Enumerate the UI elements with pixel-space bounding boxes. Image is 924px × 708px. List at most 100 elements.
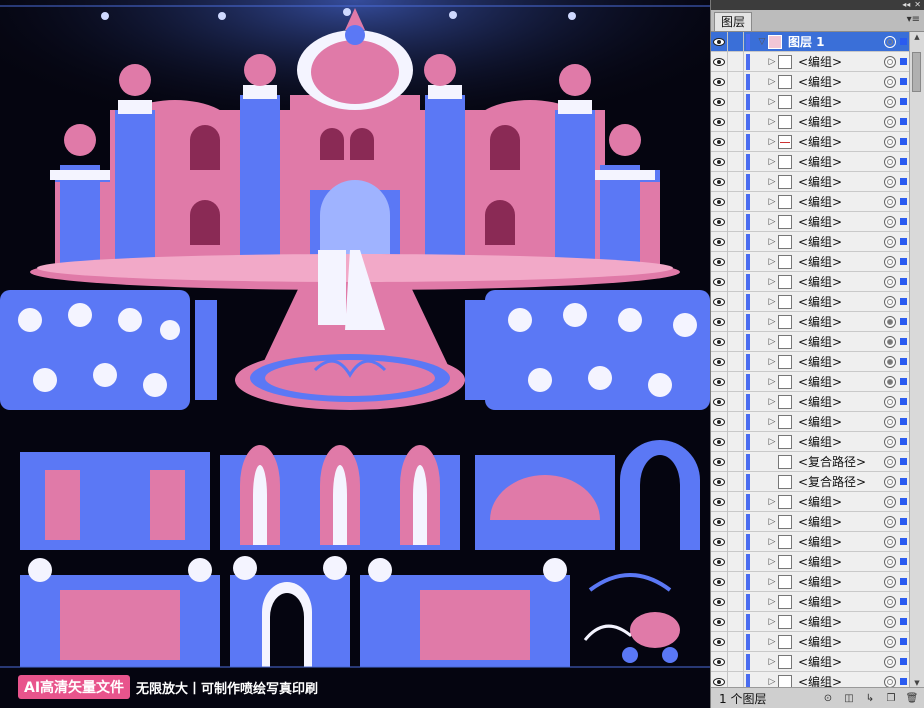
lock-toggle[interactable]	[728, 111, 744, 132]
expand-triangle-icon[interactable]: ▷	[766, 417, 778, 427]
visibility-eye-icon[interactable]	[711, 411, 728, 432]
visibility-eye-icon[interactable]	[711, 491, 728, 512]
layer-name[interactable]: <编组>	[798, 253, 884, 270]
artboard-canvas[interactable]: AI高清矢量文件 无限放大丨可制作喷绘写真印刷	[0, 0, 710, 708]
expand-triangle-icon[interactable]: ▷	[766, 657, 778, 667]
expand-triangle-icon[interactable]: ▷	[766, 537, 778, 547]
selection-square-icon[interactable]	[900, 478, 907, 485]
layer-name[interactable]: <编组>	[798, 53, 884, 70]
lock-toggle[interactable]	[728, 671, 744, 688]
expand-triangle-icon[interactable]: ▷	[766, 497, 778, 507]
layer-name[interactable]: <编组>	[798, 613, 884, 630]
expand-triangle-icon[interactable]: ▷	[766, 677, 778, 687]
expand-triangle-icon[interactable]: ▽	[756, 37, 768, 47]
visibility-eye-icon[interactable]	[711, 571, 728, 592]
layer-row[interactable]: ▽ 图层 1	[711, 32, 911, 52]
visibility-eye-icon[interactable]	[711, 371, 728, 392]
expand-triangle-icon[interactable]: ▷	[766, 217, 778, 227]
target-circle-icon[interactable]	[884, 475, 896, 488]
sublayer-row[interactable]: ▷ <编组>	[711, 111, 911, 132]
layer-name[interactable]: <编组>	[798, 633, 884, 650]
visibility-eye-icon[interactable]	[711, 431, 728, 452]
lock-toggle[interactable]	[728, 351, 744, 372]
expand-triangle-icon[interactable]: ▷	[766, 597, 778, 607]
scroll-thumb[interactable]	[912, 52, 921, 92]
selection-square-icon[interactable]	[900, 118, 907, 125]
sublayer-row[interactable]: ▷ <编组>	[711, 91, 911, 112]
target-circle-icon[interactable]	[884, 75, 896, 88]
layer-name[interactable]: <编组>	[798, 273, 884, 290]
lock-toggle[interactable]	[728, 311, 744, 332]
lock-toggle[interactable]	[728, 551, 744, 572]
target-circle-icon[interactable]	[884, 335, 896, 348]
expand-triangle-icon[interactable]: ▷	[766, 617, 778, 627]
selection-square-icon[interactable]	[900, 98, 907, 105]
lock-toggle[interactable]	[728, 91, 744, 112]
visibility-eye-icon[interactable]	[711, 51, 728, 72]
visibility-eye-icon[interactable]	[711, 331, 728, 352]
expand-triangle-icon[interactable]: ▷	[766, 257, 778, 267]
tab-layers[interactable]: 图层	[714, 12, 753, 31]
layer-name[interactable]: <编组>	[798, 213, 884, 230]
selection-square-icon[interactable]	[900, 578, 907, 585]
sublayer-row[interactable]: ▷ <编组>	[711, 671, 911, 688]
layer-name[interactable]: <编组>	[798, 233, 884, 250]
visibility-eye-icon[interactable]	[711, 671, 728, 688]
target-circle-icon[interactable]	[884, 195, 896, 208]
selection-square-icon[interactable]	[900, 78, 907, 85]
target-circle-icon[interactable]	[884, 535, 896, 548]
lock-toggle[interactable]	[728, 271, 744, 292]
expand-triangle-icon[interactable]: ▷	[766, 97, 778, 107]
layer-name[interactable]: <编组>	[798, 313, 884, 330]
expand-triangle-icon[interactable]: ▷	[766, 117, 778, 127]
visibility-eye-icon[interactable]	[711, 271, 728, 292]
sublayer-row[interactable]: ▷ <编组>	[711, 511, 911, 532]
target-circle-icon[interactable]	[884, 655, 896, 668]
target-circle-icon[interactable]	[884, 455, 896, 468]
layer-name[interactable]: <编组>	[798, 133, 884, 150]
layer-name[interactable]: <复合路径>	[798, 473, 884, 490]
sublayer-row[interactable]: <复合路径>	[711, 471, 911, 492]
visibility-eye-icon[interactable]	[711, 651, 728, 672]
visibility-eye-icon[interactable]	[711, 191, 728, 212]
lock-toggle[interactable]	[728, 151, 744, 172]
target-circle-icon[interactable]	[884, 375, 896, 388]
layer-name[interactable]: <编组>	[798, 553, 884, 570]
visibility-eye-icon[interactable]	[711, 311, 728, 332]
sublayer-row[interactable]: ▷ <编组>	[711, 51, 911, 72]
sublayer-row[interactable]: ▷ <编组>	[711, 491, 911, 512]
visibility-eye-icon[interactable]	[711, 551, 728, 572]
target-circle-icon[interactable]	[884, 235, 896, 248]
expand-triangle-icon[interactable]: ▷	[766, 357, 778, 367]
selection-square-icon[interactable]	[900, 498, 907, 505]
layer-name[interactable]: <编组>	[798, 373, 884, 390]
selection-square-icon[interactable]	[900, 518, 907, 525]
lock-toggle[interactable]	[728, 431, 744, 452]
visibility-eye-icon[interactable]	[711, 251, 728, 272]
selection-square-icon[interactable]	[900, 38, 907, 45]
layer-name[interactable]: <复合路径>	[798, 453, 884, 470]
layer-list-scrollbar[interactable]: ▲ ▼	[909, 32, 924, 688]
visibility-eye-icon[interactable]	[711, 451, 728, 472]
lock-toggle[interactable]	[728, 251, 744, 272]
selection-square-icon[interactable]	[900, 318, 907, 325]
lock-toggle[interactable]	[728, 51, 744, 72]
target-circle-icon[interactable]	[884, 315, 896, 328]
lock-toggle[interactable]	[728, 511, 744, 532]
target-circle-icon[interactable]	[884, 175, 896, 188]
target-circle-icon[interactable]	[884, 575, 896, 588]
lock-toggle[interactable]	[728, 32, 744, 52]
selection-square-icon[interactable]	[900, 458, 907, 465]
layer-name[interactable]: <编组>	[798, 113, 884, 130]
target-circle-icon[interactable]	[884, 115, 896, 128]
sublayer-row[interactable]: ▷ <编组>	[711, 71, 911, 92]
lock-toggle[interactable]	[728, 391, 744, 412]
selection-square-icon[interactable]	[900, 418, 907, 425]
selection-square-icon[interactable]	[900, 158, 907, 165]
expand-triangle-icon[interactable]: ▷	[766, 197, 778, 207]
expand-triangle-icon[interactable]: ▷	[766, 277, 778, 287]
sublayer-row[interactable]: ▷ <编组>	[711, 571, 911, 592]
visibility-eye-icon[interactable]	[711, 591, 728, 612]
lock-toggle[interactable]	[728, 71, 744, 92]
layer-name[interactable]: <编组>	[798, 533, 884, 550]
